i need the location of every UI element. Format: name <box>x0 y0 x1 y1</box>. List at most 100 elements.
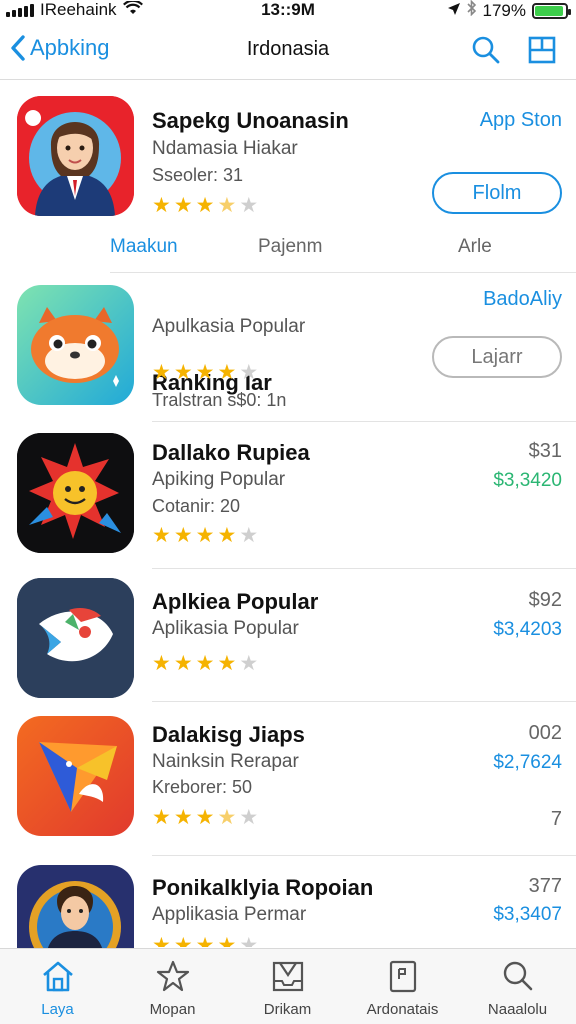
app-icon <box>17 865 134 951</box>
app-meta: Cotanir: 20 <box>152 496 241 516</box>
document-icon <box>389 960 417 993</box>
app-price[interactable]: $3,3407 <box>493 904 562 926</box>
star-icon: ★ <box>195 652 215 675</box>
star-icon: ★ <box>173 194 193 217</box>
app-meta: Tralstran s$0: 1n <box>152 390 287 410</box>
star-icon: ★ <box>173 361 193 384</box>
search-icon[interactable] <box>470 34 502 66</box>
star-rating: ★ ★ ★ ★ ★ <box>152 807 258 828</box>
app-icon <box>17 716 134 836</box>
search-icon <box>503 961 533 991</box>
tab-label: Ardonatais <box>366 1001 439 1018</box>
app-price[interactable]: $3,3420 <box>493 470 562 492</box>
nav-actions <box>470 34 558 66</box>
compose-icon[interactable] <box>526 34 558 66</box>
bluetooth-icon <box>466 0 477 21</box>
get-button[interactable]: Flolm <box>432 172 562 214</box>
app-icon <box>17 285 134 405</box>
battery-percent: 179% <box>482 0 526 20</box>
star-icon: ★ <box>217 524 237 547</box>
star-icon: ★ <box>152 935 171 947</box>
star-icon: ★ <box>152 524 171 547</box>
star-rating: ★ ★ ★ ★ ★ <box>152 653 258 674</box>
star-icon: ★ <box>173 652 193 675</box>
tab-label: Drikam <box>263 1001 312 1018</box>
app-price[interactable]: $3,4203 <box>493 619 562 641</box>
star-icon: ★ <box>239 361 259 384</box>
divider <box>152 701 576 702</box>
star-icon: ★ <box>195 806 215 829</box>
star-icon <box>156 960 190 992</box>
app-subtitle: Ndamasia Hiakar <box>152 138 298 159</box>
star-icon: ★ <box>217 806 237 829</box>
app-rank: $92 <box>528 589 562 611</box>
app-meta: Kreborer: 50 <box>152 777 253 797</box>
tab-search[interactable]: Naaalolu <box>460 949 575 1024</box>
home-icon <box>43 961 73 992</box>
app-price[interactable]: $2,7624 <box>493 752 562 774</box>
star-icon: ★ <box>195 524 215 547</box>
star-rating: ★ ★ ★ ★ ★ <box>152 525 258 546</box>
app-subtitle: Nainksin Rerapar <box>152 751 299 772</box>
star-icon: ★ <box>217 194 237 217</box>
battery-icon <box>532 2 571 19</box>
app-name[interactable]: Aplkiea Popular <box>152 589 318 615</box>
app-meta: Sseoler: 31 <box>152 165 244 185</box>
status-bar: IReehaink 13::9M 179% <box>0 0 576 22</box>
tab-documents[interactable]: Ardonatais <box>345 949 460 1024</box>
status-right: 179% <box>447 0 571 21</box>
app-name[interactable]: Ponikalklyia Ropoian <box>152 875 373 901</box>
star-icon: ★ <box>152 652 171 675</box>
section-tabs: Maakun Pajenm Arle <box>0 236 576 266</box>
app-subtitle: Apiking Popular <box>152 469 286 490</box>
app-subtitle: Apulkasia Popular <box>152 316 306 337</box>
star-icon: ★ <box>195 194 215 217</box>
app-name[interactable]: Dalakisg Jiaps <box>152 722 305 748</box>
app-subtitle: Applikasia Permar <box>152 904 307 925</box>
tab-section-2[interactable]: Pajenm <box>258 236 322 258</box>
star-icon: ★ <box>152 806 171 829</box>
star-icon: ★ <box>239 524 259 547</box>
app-extra: 7 <box>550 808 562 830</box>
tab-section-3[interactable]: Arle <box>458 236 492 258</box>
divider <box>152 421 576 422</box>
battery-level <box>535 5 563 16</box>
app-store-link[interactable]: App Ston <box>480 109 562 132</box>
tab-label: Naaalolu <box>487 1001 548 1018</box>
app-icon <box>17 433 134 553</box>
app-icon <box>17 96 134 216</box>
divider <box>110 272 576 273</box>
tab-bar: Laya Mopan Drikam Ardonatais Naaalolu <box>0 948 576 1024</box>
navigation-bar: Apbking Irdonasia <box>0 22 576 80</box>
tray-icon <box>272 961 304 992</box>
star-icon: ★ <box>217 652 237 675</box>
star-icon: ★ <box>239 935 259 947</box>
star-icon: ★ <box>239 652 259 675</box>
tab-inbox[interactable]: Drikam <box>230 949 345 1024</box>
get-button[interactable]: Lajarr <box>432 336 562 378</box>
star-icon: ★ <box>195 361 215 384</box>
app-name[interactable]: Dallako Rupiea <box>152 440 310 466</box>
star-icon: ★ <box>239 194 259 217</box>
star-icon: ★ <box>152 361 171 384</box>
divider <box>152 855 576 856</box>
tab-section-1[interactable]: Maakun <box>110 236 178 258</box>
tab-label: Mopan <box>149 1001 196 1018</box>
star-icon: ★ <box>195 935 215 947</box>
tab-label: Laya <box>41 1001 74 1018</box>
star-icon: ★ <box>217 935 237 947</box>
app-subtitle: Aplikasia Popular <box>152 618 299 639</box>
star-rating: ★ ★ ★ ★ ★ <box>152 935 258 947</box>
badge-link[interactable]: BadoAliy <box>483 288 562 311</box>
star-rating: ★ ★ ★ ★ ★ <box>152 195 258 216</box>
star-icon: ★ <box>217 361 237 384</box>
star-icon: ★ <box>173 524 193 547</box>
tab-home[interactable]: Laya <box>0 949 115 1024</box>
app-rank: $31 <box>528 440 562 462</box>
app-rank: 377 <box>528 875 562 897</box>
star-icon: ★ <box>239 806 259 829</box>
star-rating: ★ ★ ★ ★ ★ <box>152 362 258 383</box>
divider <box>152 568 576 569</box>
tab-featured[interactable]: Mopan <box>115 949 230 1024</box>
app-name[interactable]: Sapekg Unoanasin <box>152 108 349 134</box>
